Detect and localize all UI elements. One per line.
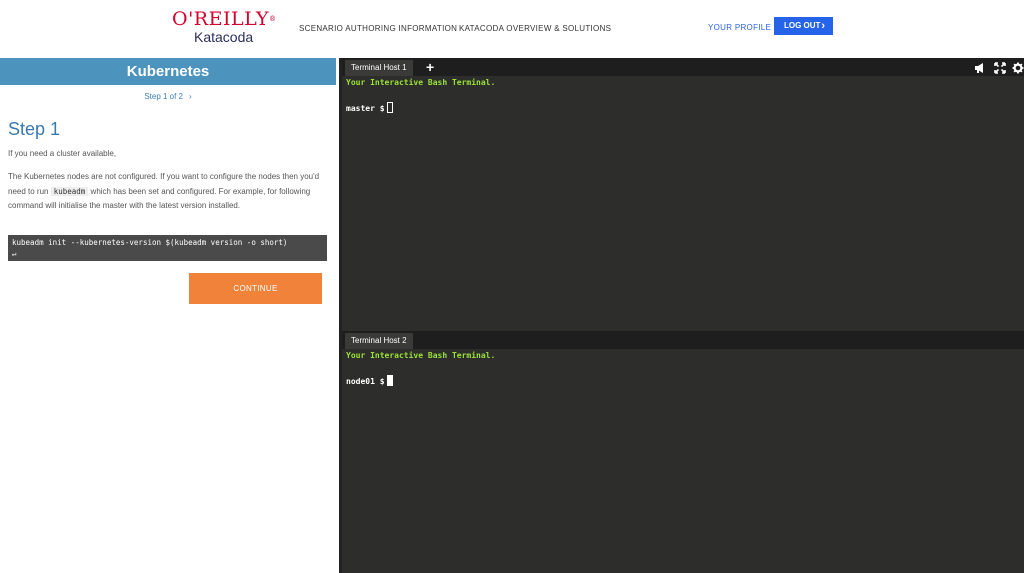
terminal-tabbar-1: Terminal Host 1 + [342,58,1024,76]
course-title: Kubernetes [0,58,336,85]
execute-return-icon: ↵ [12,249,17,258]
terminal-pane-1[interactable]: Your Interactive Bash Terminal. master $ [342,76,1024,331]
terminal-prompt: node01 $ [346,375,393,387]
logout-button[interactable]: LOG OUT › [774,17,833,35]
step-paragraph-2: The Kubernetes nodes are not configured.… [8,172,320,210]
step-navigation[interactable]: Step 1 of 2 › [0,91,336,103]
tab-terminal-host-2[interactable]: Terminal Host 2 [345,333,413,349]
chevron-right-icon: › [189,92,192,101]
top-header: O'REILLY® Katacoda SCENARIO AUTHORING IN… [0,0,1024,58]
terminal-welcome-text: Your Interactive Bash Terminal. [346,351,496,360]
chevron-right-icon: › [821,20,825,32]
terminal-area: Terminal Host 1 + Your Interactive Bash … [339,58,1024,573]
continue-button[interactable]: CONTINUE [189,273,322,304]
terminal-prompt: master $ [346,102,393,114]
oreilly-katacoda-logo[interactable]: O'REILLY® Katacoda [172,9,276,45]
step-counter: Step 1 of 2 [144,92,184,101]
your-profile-link[interactable]: YOUR PROFILE [708,23,771,32]
add-terminal-icon[interactable]: + [426,58,434,76]
executable-command-block[interactable]: kubeadm init --kubernetes-version $(kube… [8,235,327,261]
terminal-pane-2[interactable]: Your Interactive Bash Terminal. node01 $ [342,349,1024,573]
gear-icon[interactable] [1012,61,1024,74]
terminal-cursor [386,375,393,386]
inline-code-kubeadm: kubeadm [50,186,89,196]
megaphone-icon[interactable] [974,61,986,73]
nav-katacoda-overview[interactable]: KATACODA OVERVIEW & SOLUTIONS [459,24,611,33]
terminal-tabbar-2: Terminal Host 2 [342,331,1024,349]
step-paragraph-1: If you need a cluster available, [8,149,117,158]
logout-label: LOG OUT [784,21,821,30]
course-panel: Kubernetes Step 1 of 2 › Step 1 If you ne… [0,58,338,573]
nav-scenario-authoring[interactable]: SCENARIO AUTHORING INFORMATION [299,24,457,33]
tab-terminal-host-1[interactable]: Terminal Host 1 [345,60,413,76]
terminal-welcome-text: Your Interactive Bash Terminal. [346,78,496,87]
command-text: kubeadm init --kubernetes-version $(kube… [12,238,288,247]
step-title: Step 1 [8,119,61,139]
logo-oreilly-text: O'REILLY® [172,8,277,30]
terminal-cursor [386,102,393,113]
logo-katacoda-text: Katacoda [194,29,254,45]
expand-icon[interactable] [994,61,1006,74]
